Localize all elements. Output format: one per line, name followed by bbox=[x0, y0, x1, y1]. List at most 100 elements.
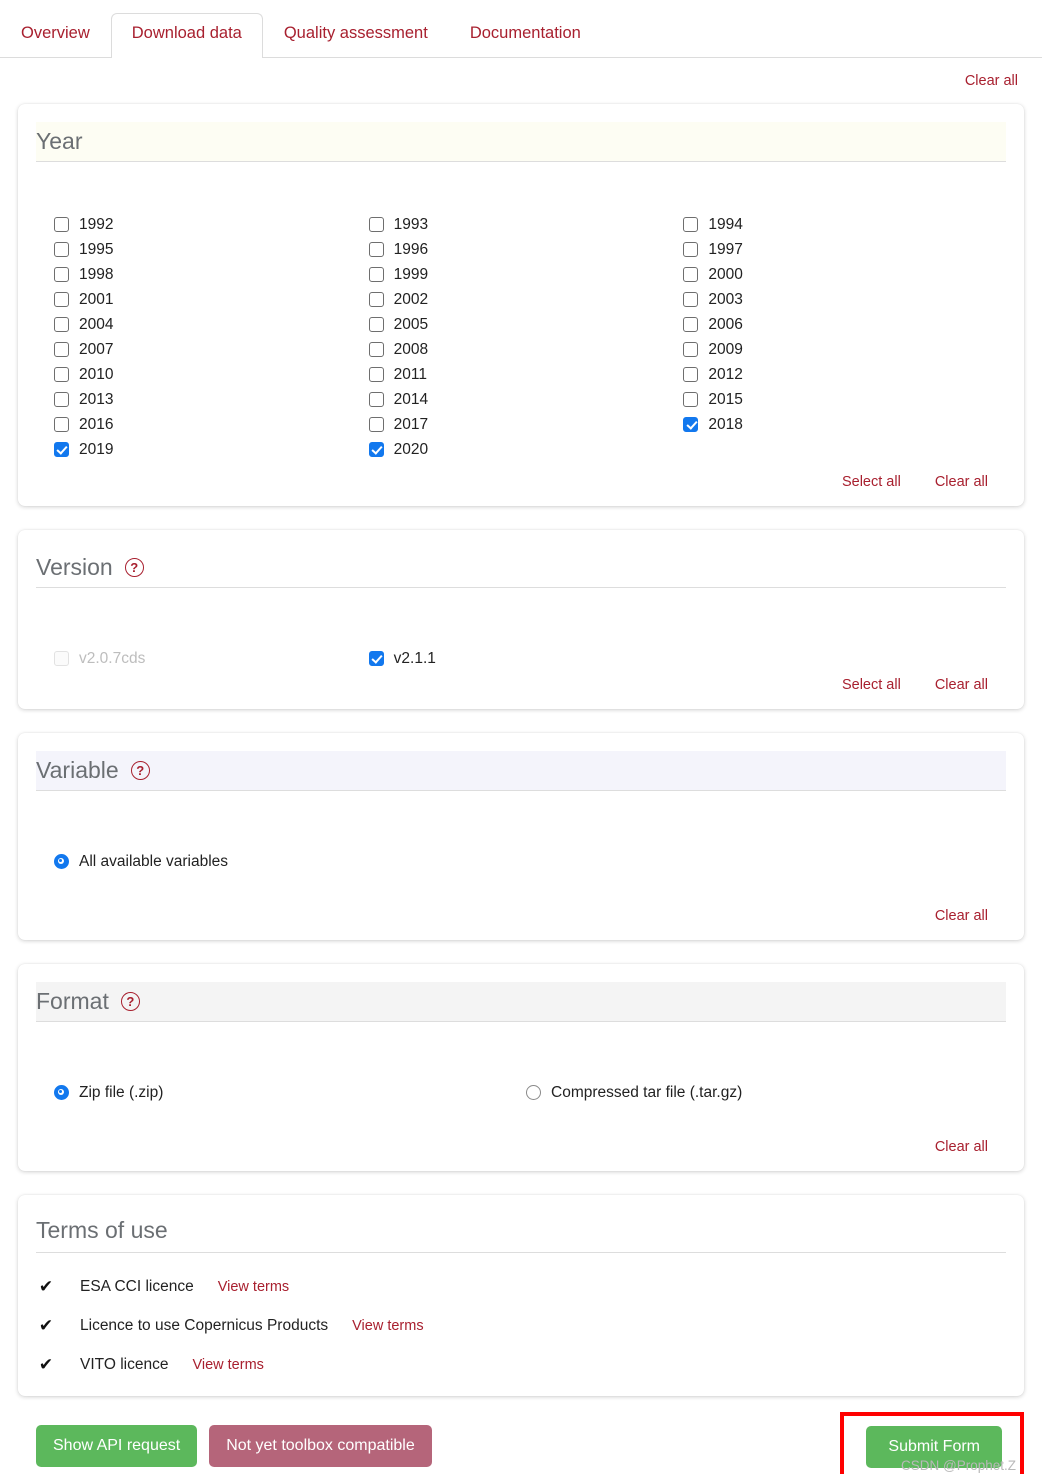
version-clear-all-link[interactable]: Clear all bbox=[935, 677, 988, 693]
checkbox-icon[interactable] bbox=[683, 267, 699, 282]
year-option-2001[interactable]: 2001 bbox=[54, 287, 359, 312]
checkbox-icon[interactable] bbox=[368, 217, 384, 232]
year-option-1993[interactable]: 1993 bbox=[368, 212, 674, 237]
radio-icon[interactable] bbox=[526, 1085, 541, 1100]
version-option-v2-1-1[interactable]: v2.1.1 bbox=[368, 646, 674, 671]
year-option-1999[interactable]: 1999 bbox=[368, 262, 674, 287]
format-option-zip[interactable]: Zip file (.zip) bbox=[54, 1080, 516, 1105]
show-api-request-button[interactable]: Show API request bbox=[36, 1425, 198, 1467]
tab-download-data[interactable]: Download data bbox=[110, 13, 263, 58]
check-mark-icon: ✔ bbox=[38, 1354, 54, 1374]
year-option-2020[interactable]: 2020 bbox=[368, 437, 674, 462]
checkbox-icon[interactable] bbox=[54, 392, 69, 407]
checkbox-icon[interactable] bbox=[54, 242, 69, 257]
year-option-2003[interactable]: 2003 bbox=[683, 287, 988, 312]
toolbox-compatible-button[interactable]: Not yet toolbox compatible bbox=[209, 1425, 432, 1467]
year-option-2010[interactable]: 2010 bbox=[54, 362, 359, 387]
year-option-2005[interactable]: 2005 bbox=[368, 312, 674, 337]
year-select-all-link[interactable]: Select all bbox=[842, 474, 901, 490]
year-option-2014[interactable]: 2014 bbox=[368, 387, 674, 412]
checkbox-icon[interactable] bbox=[368, 342, 384, 357]
checkbox-icon[interactable] bbox=[54, 267, 69, 282]
term-name: Licence to use Copernicus Products bbox=[80, 1316, 329, 1334]
terms-of-use-title: Terms of use bbox=[36, 1213, 1006, 1253]
checkbox-icon[interactable] bbox=[54, 417, 69, 432]
option-label: 2001 bbox=[79, 290, 114, 308]
variable-clear-all-link[interactable]: Clear all bbox=[935, 908, 988, 924]
year-option-2008[interactable]: 2008 bbox=[368, 337, 674, 362]
checkbox-icon[interactable] bbox=[54, 217, 69, 232]
checkbox-icon[interactable] bbox=[683, 342, 699, 357]
year-option-2015[interactable]: 2015 bbox=[683, 387, 988, 412]
view-terms-link[interactable]: View terms bbox=[192, 1357, 263, 1373]
checkbox-icon[interactable] bbox=[54, 292, 69, 307]
checkbox-icon[interactable] bbox=[368, 651, 384, 666]
check-mark-icon: ✔ bbox=[38, 1276, 54, 1296]
checkbox-icon[interactable] bbox=[368, 317, 384, 332]
checkbox-icon[interactable] bbox=[368, 267, 384, 282]
checkbox-icon[interactable] bbox=[368, 367, 384, 382]
radio-icon[interactable] bbox=[54, 854, 69, 869]
checkbox-icon[interactable] bbox=[54, 367, 69, 382]
year-option-2004[interactable]: 2004 bbox=[54, 312, 359, 337]
tab-quality-assessment[interactable]: Quality assessment bbox=[263, 13, 449, 58]
radio-icon[interactable] bbox=[54, 1085, 69, 1100]
option-label: 2000 bbox=[708, 265, 743, 283]
checkbox-icon[interactable] bbox=[683, 367, 699, 382]
checkbox-icon[interactable] bbox=[54, 442, 69, 457]
year-option-1997[interactable]: 1997 bbox=[683, 237, 988, 262]
submit-form-button[interactable]: Submit Form bbox=[866, 1426, 1002, 1468]
view-terms-link[interactable]: View terms bbox=[352, 1318, 423, 1334]
year-option-2017[interactable]: 2017 bbox=[368, 412, 674, 437]
year-option-2009[interactable]: 2009 bbox=[683, 337, 988, 362]
format-option-targz[interactable]: Compressed tar file (.tar.gz) bbox=[526, 1080, 988, 1105]
checkbox-icon[interactable] bbox=[368, 292, 384, 307]
checkbox-icon[interactable] bbox=[683, 317, 699, 332]
format-clear-all-link[interactable]: Clear all bbox=[935, 1139, 988, 1155]
question-mark-icon[interactable]: ? bbox=[130, 761, 150, 780]
option-label: 2003 bbox=[708, 290, 743, 308]
year-option-2019[interactable]: 2019 bbox=[54, 437, 359, 462]
year-option-2013[interactable]: 2013 bbox=[54, 387, 359, 412]
question-mark-icon[interactable]: ? bbox=[124, 558, 144, 577]
option-label: Zip file (.zip) bbox=[79, 1083, 164, 1101]
year-option-1992[interactable]: 1992 bbox=[54, 212, 359, 237]
checkbox-icon[interactable] bbox=[54, 317, 69, 332]
checkbox-icon[interactable] bbox=[368, 242, 384, 257]
checkbox-icon[interactable] bbox=[683, 392, 699, 407]
option-label: 2011 bbox=[393, 365, 427, 383]
checkbox-icon bbox=[54, 651, 69, 666]
checkbox-icon[interactable] bbox=[368, 392, 384, 407]
variable-option-all-available-variables[interactable]: All available variables bbox=[54, 849, 359, 874]
version-card: Version ? v2.0.7cds v2.1.1 Select all Cl… bbox=[18, 530, 1024, 709]
year-option-1998[interactable]: 1998 bbox=[54, 262, 359, 287]
year-option-1995[interactable]: 1995 bbox=[54, 237, 359, 262]
option-label: 2019 bbox=[79, 440, 114, 458]
year-option-2016[interactable]: 2016 bbox=[54, 412, 359, 437]
checkbox-icon[interactable] bbox=[54, 342, 69, 357]
view-terms-link[interactable]: View terms bbox=[218, 1279, 289, 1295]
question-mark-icon[interactable]: ? bbox=[120, 992, 140, 1011]
year-option-2002[interactable]: 2002 bbox=[368, 287, 674, 312]
tab-overview[interactable]: Overview bbox=[0, 13, 111, 58]
year-option-2007[interactable]: 2007 bbox=[54, 337, 359, 362]
year-option-2006[interactable]: 2006 bbox=[683, 312, 988, 337]
form-page: Year 1992 1993 1994 1995 1996 1997 1998 … bbox=[0, 104, 1042, 1474]
year-clear-all-link[interactable]: Clear all bbox=[935, 474, 988, 490]
year-option-2011[interactable]: 2011 bbox=[368, 362, 674, 387]
version-select-all-link[interactable]: Select all bbox=[842, 677, 901, 693]
checkbox-icon[interactable] bbox=[683, 417, 699, 432]
checkbox-icon[interactable] bbox=[683, 292, 699, 307]
tab-documentation[interactable]: Documentation bbox=[449, 13, 602, 58]
checkbox-icon[interactable] bbox=[683, 217, 699, 232]
year-option-2012[interactable]: 2012 bbox=[683, 362, 988, 387]
year-option-1994[interactable]: 1994 bbox=[683, 212, 988, 237]
year-option-2018[interactable]: 2018 bbox=[683, 412, 988, 437]
checkbox-icon[interactable] bbox=[368, 442, 384, 457]
clear-all-global-link[interactable]: Clear all bbox=[965, 73, 1018, 89]
year-option-1996[interactable]: 1996 bbox=[368, 237, 674, 262]
checkbox-icon[interactable] bbox=[368, 417, 384, 432]
version-options-grid: v2.0.7cds v2.1.1 bbox=[36, 594, 1006, 673]
checkbox-icon[interactable] bbox=[683, 242, 699, 257]
year-option-2000[interactable]: 2000 bbox=[683, 262, 988, 287]
